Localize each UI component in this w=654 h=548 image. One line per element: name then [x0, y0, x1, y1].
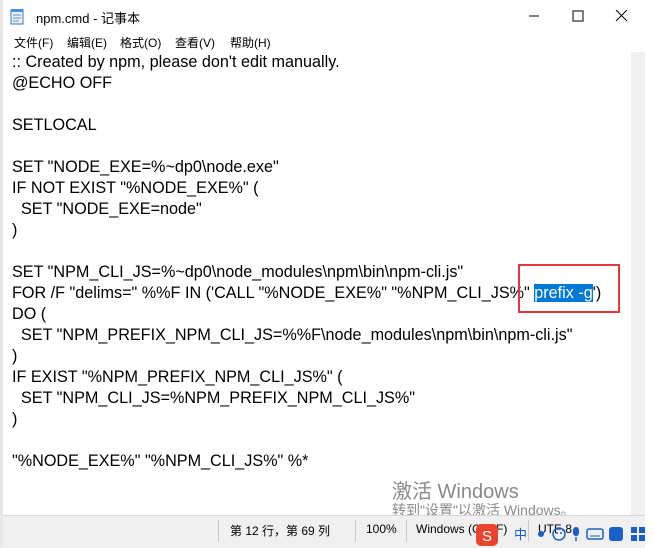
maximize-icon — [572, 10, 584, 22]
status-position: 第 12 行，第 69 列 — [230, 524, 331, 538]
svg-text:S: S — [482, 528, 492, 545]
code-line: SET "NPM_PREFIX_NPM_CLI_JS=%%F\node_modu… — [12, 326, 573, 344]
code-line: DO ( — [12, 305, 47, 323]
punctuation-icon[interactable] — [534, 527, 548, 541]
code-line: ) — [12, 221, 18, 239]
background-window-edge — [0, 0, 3, 547]
menu-file[interactable]: 文件(F) — [14, 34, 53, 51]
menu-format[interactable]: 格式(O) — [120, 34, 161, 51]
keyboard-icon[interactable] — [586, 526, 604, 542]
menu-view[interactable]: 查看(V) — [175, 34, 215, 51]
code-line: SET "NPM_CLI_JS=%NPM_PREFIX_NPM_CLI_JS%" — [12, 389, 415, 407]
status-divider — [355, 520, 356, 542]
code-line: :: Created by npm, please don't edit man… — [12, 53, 340, 71]
code-line: @ECHO OFF — [12, 74, 113, 92]
skin-icon[interactable] — [608, 526, 624, 542]
menu-bar: 文件(F) 编辑(E) 格式(O) 查看(V) 帮助(H) — [0, 32, 645, 52]
ime-toolbar: S 中 — [470, 522, 654, 547]
title-bar[interactable]: npm.cmd - 记事本 — [0, 0, 645, 32]
window-title: npm.cmd - 记事本 — [36, 11, 141, 26]
annotation-highlight-box — [518, 264, 620, 313]
minimize-button[interactable] — [511, 0, 555, 32]
code-line: ) — [12, 347, 18, 365]
emoji-icon[interactable] — [552, 526, 566, 542]
status-divider — [406, 520, 407, 542]
code-line: SET "NODE_EXE=node" — [12, 200, 202, 218]
ime-mode-indicator[interactable]: 中 — [514, 524, 527, 543]
close-button[interactable] — [599, 0, 643, 32]
vertical-scrollbar[interactable] — [631, 52, 645, 515]
code-segment: FOR /F "delims=" %%F IN ('CALL "%NODE_EX… — [12, 284, 535, 302]
code-line-selected: FOR /F "delims=" %%F IN ('CALL "%NODE_EX… — [12, 283, 601, 304]
code-line: ) — [12, 410, 18, 428]
close-icon — [615, 9, 628, 22]
code-line: "%NODE_EXE%" "%NPM_CLI_JS%" %* — [12, 452, 309, 470]
toolbox-icon[interactable] — [630, 526, 646, 542]
microphone-icon[interactable] — [570, 526, 582, 542]
code-line: SET "NODE_EXE=%~dp0\node.exe" — [12, 158, 279, 176]
minimize-icon — [529, 15, 539, 17]
code-line: IF NOT EXIST "%NODE_EXE%" ( — [12, 179, 259, 197]
code-text: :: Created by npm, please don't edit man… — [12, 52, 601, 472]
background-window — [645, 0, 654, 547]
notepad-window: npm.cmd - 记事本 文件(F) 编辑(E) 格式(O) 查看(V) 帮助… — [0, 0, 646, 548]
notepad-icon — [10, 9, 24, 25]
code-line: SETLOCAL — [12, 116, 97, 134]
menu-edit[interactable]: 编辑(E) — [67, 34, 107, 51]
code-line: IF EXIST "%NPM_PREFIX_NPM_CLI_JS%" ( — [12, 368, 343, 386]
sogou-ime-icon[interactable]: S — [476, 524, 498, 546]
status-zoom: 100% — [366, 522, 397, 536]
menu-help[interactable]: 帮助(H) — [230, 34, 271, 51]
code-line: SET "NPM_CLI_JS=%~dp0\node_modules\npm\b… — [12, 263, 464, 281]
status-divider — [218, 520, 219, 542]
maximize-button[interactable] — [555, 0, 599, 32]
